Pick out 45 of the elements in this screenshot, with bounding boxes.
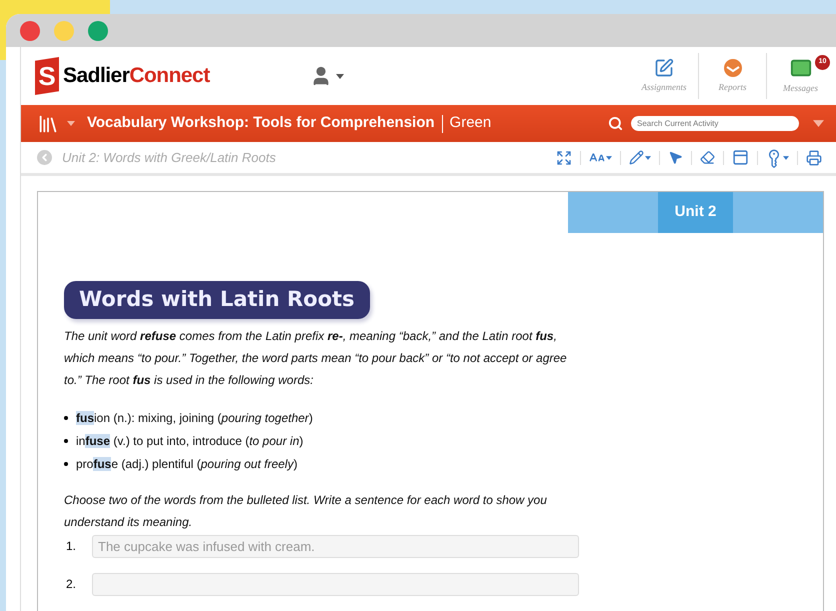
eraser-icon [700,150,715,165]
section-heading: Words with Latin Roots [64,281,370,318]
toolbar-button[interactable] [629,150,651,165]
logo-mark: S [35,57,59,95]
answer-field[interactable]: The cupcake was infused with cream. [92,534,579,558]
answer-field[interactable] [92,572,579,596]
toolbar-button[interactable] [806,150,822,166]
intro-paragraph: The unit word refuse comes from the Latin prefix re-, meaning “back,” and the Latin root fus, which means “to pour.” Together, the word parts mean “to pour back” or “to not accept or agree to.” The root fus is used in the following words: [64,328,568,388]
search-icon[interactable] [608,116,623,131]
edit-icon [654,58,674,78]
answer-number: 2. [65,576,78,593]
breadcrumb: Unit 2: Words with Greek/Latin Roots [62,148,276,167]
pencil-icon [629,150,644,165]
caret-icon [67,121,75,126]
answer-number: 1. [65,538,78,555]
search-field[interactable]: Search Current Activity [631,116,799,131]
course-title: Vocabulary Workshop: Tools for Comprehension [87,113,435,134]
unit-banner: Unit 2 [568,192,823,233]
toolbar-button[interactable] [732,149,749,166]
logo-text: SadlierConnect [63,63,210,90]
caret-icon [783,156,789,160]
expand-icon [556,150,572,166]
word-entry: infuse (v.) to put into, introduce (to pour in) [76,433,304,450]
pointer-icon [668,150,683,165]
caret-icon [336,74,344,78]
toolbar-button[interactable] [668,150,683,165]
prompt-text: Choose two of the words from the bulleted list. Write a sentence for each word to show you understand its meaning. [64,492,548,530]
bullet-icon [64,462,68,466]
caret-icon [813,120,824,127]
printer-icon [806,150,822,166]
course-level: Green [450,113,492,134]
nav-item[interactable]: Reports [698,53,766,99]
panel-icon [732,149,749,166]
caret-icon [645,156,651,160]
toolbar-button[interactable] [700,150,715,165]
close-control[interactable] [20,20,40,40]
nav-item[interactable]: Assignments [630,53,698,99]
bullet-icon [64,416,68,420]
word-entry: profuse (adj.) plentiful (pouring out freely) [76,456,298,473]
word-entry: fusion (n.): mixing, joining (pouring together) [76,410,313,427]
bullet-icon [64,439,68,443]
caret-icon [606,156,612,160]
toolbar-button[interactable] [556,150,572,166]
chart-circle-icon [722,58,742,78]
toolbar-button[interactable] [766,150,789,166]
